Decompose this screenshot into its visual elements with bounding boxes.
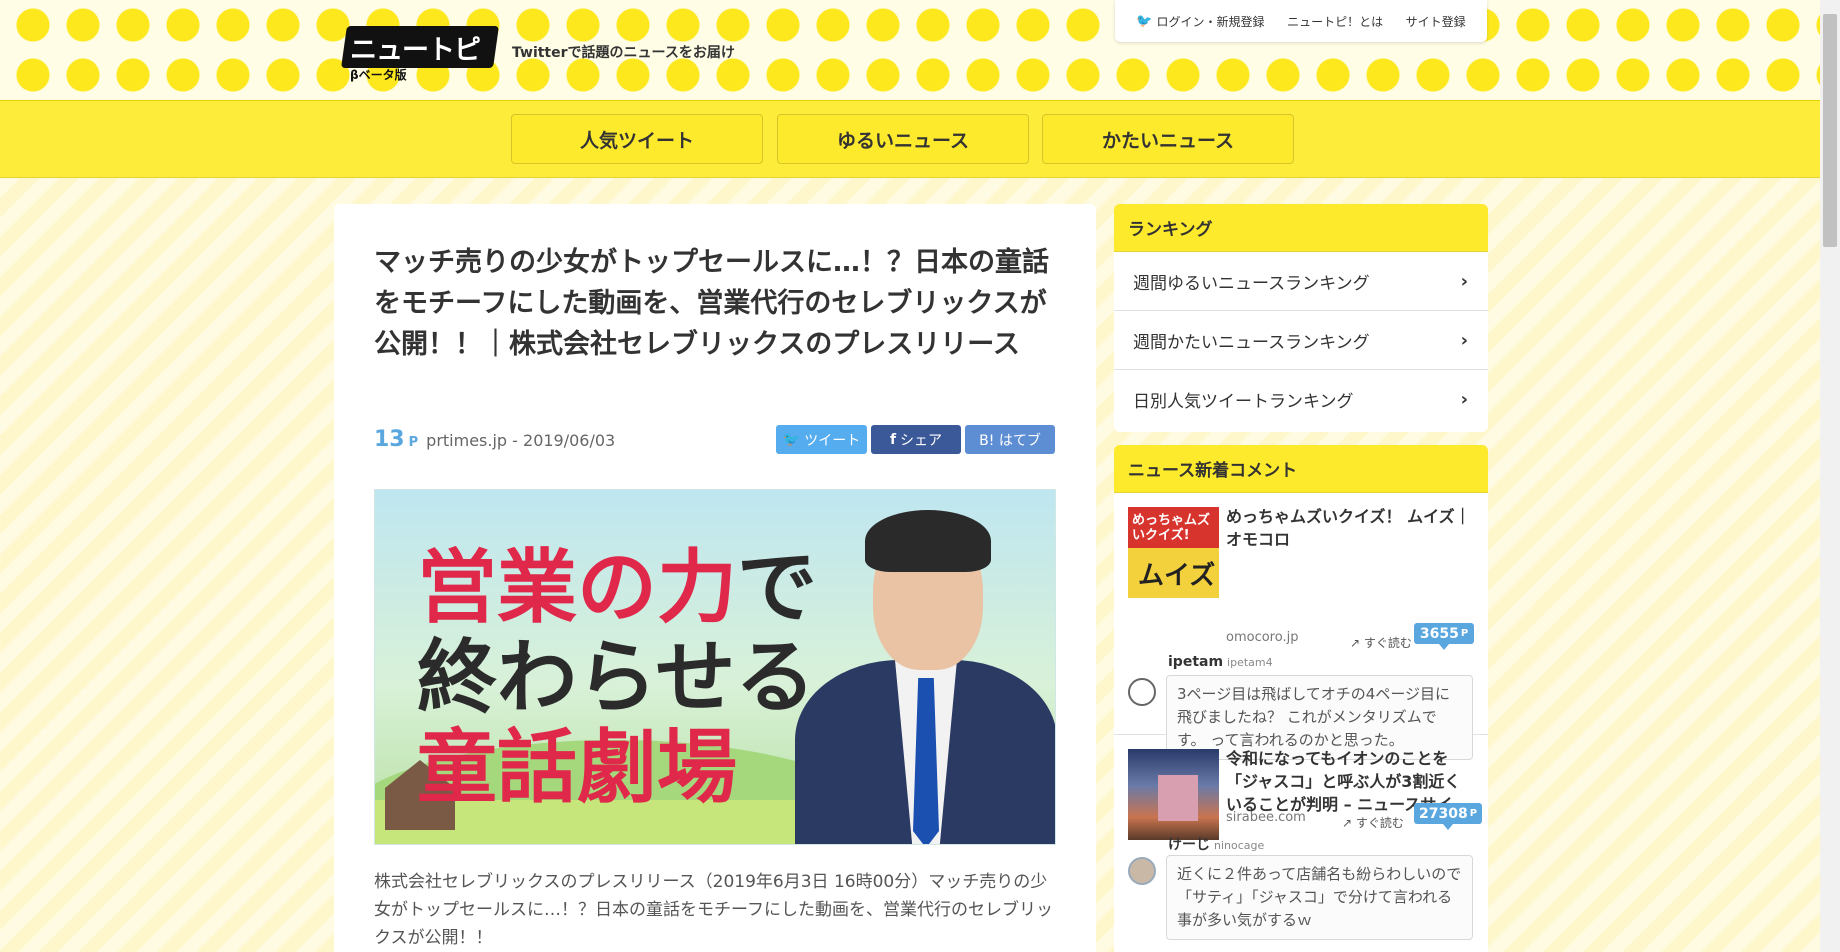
man-hair (865, 510, 991, 572)
news-thumbnail[interactable]: めっちゃムズいクイズ! ムイズ (1128, 507, 1219, 598)
twitter-icon: 🐦 (782, 431, 801, 448)
login-link[interactable]: 🐦 ログイン・新規登録 (1136, 13, 1264, 30)
read-now-label: すぐ読む (1355, 816, 1404, 830)
ranking-weekly-soft[interactable]: 週間ゆるいニュースランキング › (1114, 252, 1488, 311)
top-nav: 🐦 ログイン・新規登録 ニュートピ！とは サイト登録 (1115, 0, 1487, 42)
read-now-link[interactable]: ↗ すぐ読む (1342, 814, 1404, 831)
external-link-icon: ↗ (1350, 636, 1361, 650)
user-name: ipetam (1168, 654, 1224, 670)
points-unit: P (1469, 808, 1478, 819)
nav-hard-news[interactable]: かたいニュース (1042, 114, 1294, 164)
comment-item: めっちゃムズいクイズ! ムイズ めっちゃムズいクイズ！ ムイズ｜オモコロ omo… (1114, 493, 1488, 760)
hero-line-1-red: 営業の力 (417, 541, 737, 634)
points-value: 3655 (1419, 625, 1459, 642)
comment-text: 近くに２件あって店舗名も紛らわしいので「サティ」「ジャスコ」で分けて言われる事が… (1166, 855, 1473, 940)
article-source: prtimes.jp - 2019/06/03 (426, 431, 616, 450)
share-label: シェア (900, 432, 943, 449)
twitter-icon: 🐦 (1136, 13, 1153, 29)
site-logo[interactable]: ニュートピ ! βベータ版 (341, 21, 506, 82)
news-points-badge: 3655 P (1414, 623, 1474, 650)
facebook-share-button[interactable]: f シェア (871, 425, 961, 454)
article-card: マッチ売りの少女がトップセールスに…！？日本の童話をモチーフにした動画を、営業代… (334, 204, 1096, 952)
news-source: sirabee.com (1226, 810, 1306, 825)
hero-line-3: 童話劇場 (417, 721, 737, 814)
chevron-right-icon: › (1460, 329, 1468, 351)
article-title[interactable]: マッチ売りの少女がトップセールスに…！？日本の童話をモチーフにした動画を、営業代… (374, 242, 1064, 365)
scrollbar-thumb[interactable] (1823, 14, 1837, 247)
hero-line-1: 営業の力で (417, 548, 817, 628)
ranking-daily-tweets[interactable]: 日別人気ツイートランキング › (1114, 370, 1488, 429)
register-link[interactable]: サイト登録 (1406, 13, 1466, 30)
site-header: ニュートピ ! βベータ版 Twitterで話題のニュースをお届け 🐦 ログイン… (0, 0, 1820, 101)
comments-panel: ニュース新着コメント めっちゃムズいクイズ! ムイズ めっちゃムズいクイズ！ ム… (1114, 445, 1488, 952)
article-excerpt: 株式会社セレブリックスのプレスリリース（2019年6月3日 16時00分）マッチ… (374, 872, 1053, 948)
chevron-right-icon: › (1460, 389, 1468, 410)
news-title[interactable]: めっちゃムズいクイズ！ ムイズ｜オモコロ (1226, 505, 1474, 551)
points-unit: P (408, 435, 419, 450)
nav-popular-tweets[interactable]: 人気ツイート (511, 114, 763, 164)
avatar[interactable] (1128, 857, 1156, 885)
read-now-label: すぐ読む (1363, 636, 1412, 650)
ranking-heading: ランキング (1114, 204, 1488, 252)
tweet-label: ツイート (804, 432, 861, 449)
comments-heading: ニュース新着コメント (1114, 445, 1488, 493)
ranking-item-label: 週間ゆるいニュースランキング (1133, 273, 1370, 294)
read-now-link[interactable]: ↗ すぐ読む (1350, 634, 1412, 651)
article-points: 13 (374, 427, 405, 452)
points-value: 27308 (1419, 805, 1468, 822)
login-label: ログイン・新規登録 (1156, 14, 1265, 29)
businessman-illustration (795, 510, 1055, 844)
building-shape (1158, 775, 1198, 821)
news-thumbnail[interactable] (1128, 749, 1219, 840)
page-scrollbar[interactable] (1820, 0, 1840, 952)
logo-beta: βベータ版 (350, 68, 407, 82)
comment-user[interactable]: ipetam ipetam4 (1168, 654, 1273, 670)
thumb-title: ムイズ (1138, 561, 1216, 591)
article-hero-image[interactable]: 営業の力で 終わらせる 童話劇場 (374, 489, 1056, 845)
thumb-caption: めっちゃムズいクイズ! (1132, 513, 1211, 543)
ranking-item-label: 週間かたいニュースランキング (1133, 332, 1370, 353)
user-name: けーじ (1168, 837, 1210, 853)
news-source: omocoro.jp (1226, 630, 1299, 645)
hatena-bookmark-button[interactable]: B! はてブ (965, 425, 1055, 454)
ranking-weekly-hard[interactable]: 週間かたいニュースランキング › (1114, 311, 1488, 370)
ranking-panel: ランキング 週間ゆるいニュースランキング › 週間かたいニュースランキング › … (1114, 204, 1488, 432)
logo-text: ニュートピ (350, 35, 481, 66)
comment-item: 令和になってもイオンのことを「ジャスコ」と呼ぶ人が3割近くいることが判明 – ニ… (1114, 735, 1488, 952)
ranking-item-label: 日別人気ツイートランキング (1133, 392, 1354, 412)
news-points-badge: 27308 P (1414, 803, 1483, 830)
comment-user[interactable]: けーじ ninocage (1168, 834, 1264, 854)
article-meta: 13 P prtimes.jp - 2019/06/03 (374, 427, 615, 452)
hero-line-2: 終わらせる (417, 631, 816, 724)
nav-soft-news[interactable]: ゆるいニュース (777, 114, 1029, 164)
external-link-icon: ↗ (1342, 816, 1353, 830)
tweet-button[interactable]: 🐦 ツイート (776, 425, 867, 454)
avatar[interactable] (1128, 678, 1156, 706)
user-handle: ipetam4 (1227, 656, 1273, 669)
points-unit: P (1460, 628, 1469, 639)
category-nav: 人気ツイート ゆるいニュース かたいニュース (0, 101, 1820, 178)
tagline: Twitterで話題のニュースをお届け (512, 45, 735, 61)
about-link[interactable]: ニュートピ！とは (1287, 13, 1383, 30)
chevron-right-icon: › (1460, 270, 1468, 292)
user-handle: ninocage (1214, 839, 1265, 852)
facebook-icon: f (889, 431, 897, 448)
